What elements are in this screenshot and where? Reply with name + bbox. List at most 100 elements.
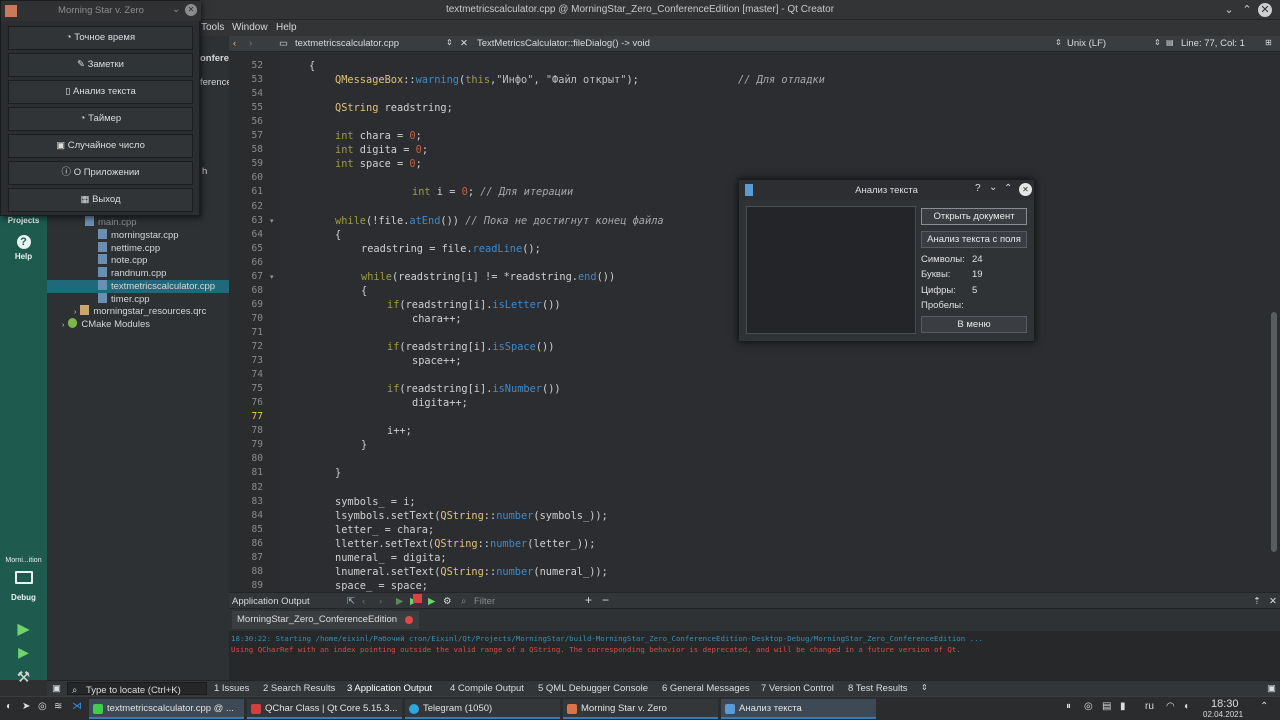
status-tab-compile[interactable]: 4 Compile Output xyxy=(450,683,524,694)
run-again-icon[interactable]: ▶ xyxy=(396,596,403,607)
debug-run-icon[interactable]: ▶ xyxy=(0,644,47,661)
open-document-button[interactable]: Открыть документ xyxy=(921,208,1027,225)
telegram-icon[interactable]: ➤ xyxy=(22,701,30,712)
discord-tray-icon[interactable]: ◎ xyxy=(1084,701,1093,712)
menu-button-text-analysis[interactable]: ▯ Анализ текста xyxy=(8,80,193,104)
maximize-icon[interactable]: ⌃ xyxy=(1004,183,1012,194)
tree-file-textmetricscalculator[interactable]: textmetricscalculator.cpp xyxy=(47,280,229,293)
line-ending-selector[interactable]: Unix (LF) xyxy=(1067,38,1106,49)
mode-projects[interactable]: Projects xyxy=(0,216,47,225)
menu-button-random-number[interactable]: ▣ Случайное число xyxy=(8,134,193,158)
language-indicator[interactable]: ru xyxy=(1145,701,1154,712)
debug-attach-icon[interactable]: ▶ xyxy=(428,596,435,607)
chevron-updown-icon[interactable]: ⇕ xyxy=(1055,38,1062,47)
chevron-updown-icon[interactable]: ⇕ xyxy=(446,38,453,47)
close-document-icon[interactable]: ✕ xyxy=(460,38,468,49)
zoom-out-icon[interactable]: − xyxy=(602,593,609,607)
menu-button-timer[interactable]: ◔ Таймер xyxy=(8,107,193,131)
split-view-icon[interactable]: ⊞ xyxy=(1265,38,1272,47)
tree-file-randnum[interactable]: randnum.cpp xyxy=(47,267,229,280)
kit-selector[interactable]: Debug xyxy=(0,571,47,602)
status-tab-tests[interactable]: 8 Test Results xyxy=(848,683,908,694)
output-console[interactable]: 18:30:22: Starting /home/eixinl/Рабочий … xyxy=(229,631,1280,680)
split-icon[interactable]: ▤ xyxy=(1166,38,1174,47)
analyze-field-button[interactable]: Анализ текста с поля xyxy=(921,231,1027,248)
gear-icon[interactable]: ⚙ xyxy=(443,596,452,607)
prev-icon[interactable]: ‹ xyxy=(362,596,365,607)
tree-file-main[interactable]: main.cpp xyxy=(47,216,229,229)
menu-button-exit[interactable]: ▦ Выход xyxy=(8,188,193,212)
clipboard-icon[interactable]: ▤ xyxy=(1102,701,1111,712)
close-icon[interactable]: ✕ xyxy=(185,4,197,16)
kit-selector-label[interactable]: Morni...ition xyxy=(0,557,47,564)
status-tab-qml[interactable]: 5 QML Debugger Console xyxy=(538,683,648,694)
tree-resources[interactable]: › morningstar_resources.qrc xyxy=(47,305,229,318)
next-icon[interactable]: › xyxy=(379,596,382,607)
function-selector[interactable]: TextMetricsCalculator::fileDialog() -> v… xyxy=(477,38,650,49)
clock-time[interactable]: 18:30 xyxy=(1211,698,1239,710)
vscode-icon[interactable]: ⋊ xyxy=(72,701,82,712)
fold-marker-icon[interactable]: ▾ xyxy=(270,217,274,225)
task-text-analysis[interactable]: Анализ текста xyxy=(721,699,876,719)
app-launcher-icon[interactable]: ◐ xyxy=(6,701,12,712)
maximize-icon[interactable]: ⌃ xyxy=(1240,3,1254,17)
mode-help[interactable]: ? Help xyxy=(0,235,47,261)
menu-window[interactable]: Window xyxy=(232,22,268,33)
open-file-selector[interactable]: textmetricscalculator.cpp xyxy=(295,38,399,49)
volume-icon[interactable]: ◖ xyxy=(1183,701,1189,712)
launcher-icon[interactable]: ≋ xyxy=(54,701,62,712)
discord-icon[interactable]: ◎ xyxy=(38,701,47,712)
tree-file-morningstar[interactable]: morningstar.cpp xyxy=(47,229,229,242)
run-icon[interactable]: ▶ xyxy=(0,619,47,639)
build-hammer-icon[interactable]: ⚒ xyxy=(0,668,47,686)
task-qtcreator[interactable]: textmetricscalculator.cpp @ ... xyxy=(89,699,244,719)
menu-tools[interactable]: Tools xyxy=(201,22,224,33)
line-number: 81 xyxy=(251,467,263,479)
help-icon[interactable]: ? xyxy=(975,183,981,194)
attach-icon[interactable]: ⇱ xyxy=(347,596,355,607)
tree-file-note[interactable]: note.cpp xyxy=(47,254,229,267)
task-telegram[interactable]: Telegram (1050) xyxy=(405,699,560,719)
menu-button-about[interactable]: ⓘ О Приложении xyxy=(8,161,193,185)
minimize-icon[interactable]: ⌄ xyxy=(989,182,997,193)
wifi-icon[interactable]: ◠ xyxy=(1166,701,1175,712)
pause-icon[interactable]: ⏸ xyxy=(1066,701,1071,712)
back-arrow-icon[interactable]: ‹ xyxy=(233,38,236,49)
zoom-in-icon[interactable]: + xyxy=(585,593,592,607)
forward-arrow-icon[interactable]: › xyxy=(249,38,252,49)
menu-button-notes[interactable]: ✎ Заметки xyxy=(8,53,193,77)
status-tab-search[interactable]: 2 Search Results xyxy=(263,683,335,694)
task-qchar-doc[interactable]: QChar Class | Qt Core 5.15.3... xyxy=(247,699,402,719)
cursor-position[interactable]: Line: 77, Col: 1 xyxy=(1181,38,1245,49)
back-to-menu-button[interactable]: В меню xyxy=(921,316,1027,333)
locator-input[interactable]: ⌕ Type to locate (Ctrl+K) xyxy=(67,682,207,696)
tree-cmake-modules[interactable]: › CMake Modules xyxy=(47,318,229,331)
editor-scrollbar[interactable] xyxy=(1268,52,1280,592)
tray-expand-icon[interactable]: ⌃ xyxy=(1260,701,1268,712)
output-tab[interactable]: MorningStar_Zero_ConferenceEdition xyxy=(232,611,420,629)
fold-marker-icon[interactable]: ▾ xyxy=(270,273,274,281)
filter-input[interactable]: Filter xyxy=(474,596,495,607)
scrollbar-thumb[interactable] xyxy=(1271,312,1277,552)
close-icon[interactable]: ✕ xyxy=(1019,183,1032,196)
close-pane-icon[interactable]: ✕ xyxy=(1269,596,1277,607)
text-input-area[interactable] xyxy=(746,206,916,334)
maximize-pane-icon[interactable]: ⇡ xyxy=(1253,596,1261,607)
battery-icon[interactable]: ▮ xyxy=(1120,701,1126,712)
menu-button-exact-time[interactable]: ◔ Точное время xyxy=(8,26,193,50)
toggle-output-icon[interactable]: ▣ xyxy=(1267,683,1276,694)
clock-date[interactable]: 02.04.2021 xyxy=(1203,710,1243,719)
status-tab-vcs[interactable]: 7 Version Control xyxy=(761,683,834,694)
minimize-icon[interactable]: ⌄ xyxy=(1222,3,1236,17)
task-morningstar[interactable]: Morning Star v. Zero xyxy=(563,699,718,719)
chevron-down-icon[interactable]: ⌄ xyxy=(172,4,180,15)
status-tab-general[interactable]: 6 General Messages xyxy=(662,683,750,694)
status-tab-appoutput[interactable]: 3 Application Output xyxy=(347,683,432,694)
stop-icon[interactable] xyxy=(413,594,422,603)
chevron-updown-icon[interactable]: ⇕ xyxy=(921,683,928,692)
menu-help[interactable]: Help xyxy=(276,22,297,33)
toggle-sidebar-icon[interactable]: ▣ xyxy=(52,683,61,694)
close-icon[interactable]: ✕ xyxy=(1258,3,1272,17)
close-tab-icon[interactable] xyxy=(405,616,414,624)
status-tab-issues[interactable]: 1 Issues xyxy=(214,683,249,694)
